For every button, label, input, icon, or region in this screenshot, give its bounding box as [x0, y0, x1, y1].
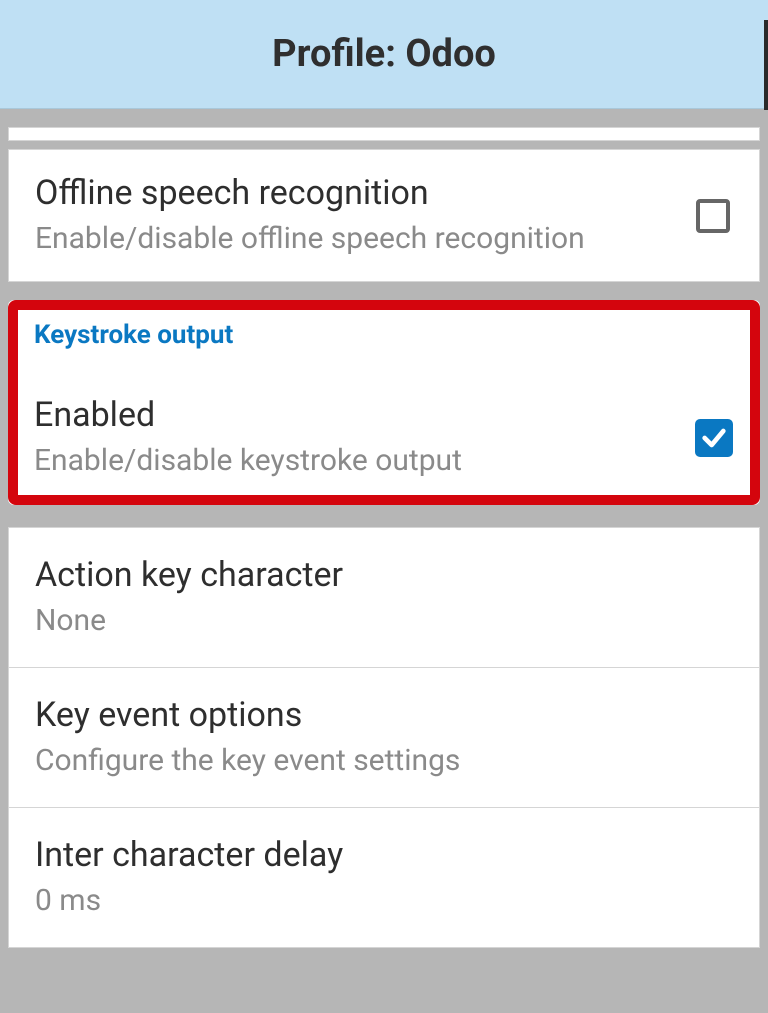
keystroke-output-header: Keystroke output [34, 314, 734, 356]
scroll-indicator [764, 20, 768, 110]
keystroke-enabled-title: Enabled [34, 394, 674, 437]
prev-card-sliver [8, 127, 760, 141]
checkbox-unchecked-icon [696, 199, 730, 233]
offline-speech-subtitle: Enable/disable offline speech recognitio… [35, 219, 673, 260]
keystroke-enabled-item[interactable]: Enabled Enable/disable keystroke output [34, 394, 734, 481]
checkbox-checked-icon [695, 419, 733, 457]
keystroke-enabled-checkbox[interactable] [694, 418, 734, 458]
inter-character-delay-item[interactable]: Inter character delay 0 ms [9, 808, 759, 947]
page-title: Profile: Odoo [272, 32, 496, 76]
header-bar: Profile: Odoo [0, 0, 768, 109]
inter-char-delay-value: 0 ms [35, 881, 733, 922]
offline-speech-checkbox[interactable] [693, 196, 733, 236]
action-key-value: None [35, 601, 733, 642]
keystroke-output-section: Keystroke output Enabled Enable/disable … [8, 300, 760, 505]
offline-speech-title: Offline speech recognition [35, 172, 673, 215]
keystroke-enabled-subtitle: Enable/disable keystroke output [34, 441, 674, 482]
action-key-title: Action key character [35, 554, 733, 597]
offline-speech-item[interactable]: Offline speech recognition Enable/disabl… [8, 149, 760, 282]
key-event-options-item[interactable]: Key event options Configure the key even… [9, 668, 759, 807]
key-event-options-subtitle: Configure the key event settings [35, 741, 733, 782]
action-key-character-item[interactable]: Action key character None [9, 528, 759, 667]
inter-char-delay-title: Inter character delay [35, 834, 733, 877]
key-event-options-title: Key event options [35, 694, 733, 737]
